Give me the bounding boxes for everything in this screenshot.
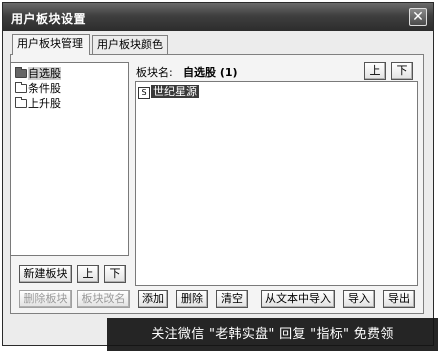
add-stock-button[interactable]: 添加 bbox=[138, 290, 168, 308]
tab-block-management[interactable]: 用户板块管理 bbox=[12, 34, 90, 55]
stock-move-up-button[interactable]: 上 bbox=[364, 62, 386, 80]
stock-list[interactable]: S 世纪星源 bbox=[135, 81, 418, 286]
block-item-zixuangu[interactable]: 自选股 bbox=[15, 66, 61, 81]
watermark-banner: 关注微信 "老韩实盘" 回复 "指标" 免费领 bbox=[107, 318, 438, 351]
delete-block-button[interactable]: 删除板块 bbox=[19, 290, 72, 308]
tab-block-color[interactable]: 用户板块颜色 bbox=[92, 35, 168, 54]
close-icon: ✕ bbox=[412, 9, 424, 25]
tab-label: 用户板块管理 bbox=[17, 37, 83, 50]
block-move-down-button[interactable]: 下 bbox=[104, 265, 126, 283]
block-item-label: 上升股 bbox=[28, 97, 61, 110]
new-block-button[interactable]: 新建板块 bbox=[19, 265, 72, 283]
import-from-text-button[interactable]: 从文本中导入 bbox=[261, 290, 335, 308]
block-move-up-button[interactable]: 上 bbox=[77, 265, 99, 283]
stock-item-label: 世纪星源 bbox=[151, 85, 199, 98]
close-button[interactable]: ✕ bbox=[409, 8, 427, 26]
block-name-value: 自选股 (1) bbox=[183, 66, 238, 79]
folder-icon bbox=[15, 82, 27, 93]
clear-stocks-button[interactable]: 清空 bbox=[216, 290, 248, 308]
window-title: 用户板块设置 bbox=[11, 12, 87, 26]
block-list[interactable]: 自选股 条件股 上升股 bbox=[10, 62, 129, 256]
export-button[interactable]: 导出 bbox=[383, 290, 415, 308]
import-button[interactable]: 导入 bbox=[343, 290, 375, 308]
title-bar: 用户板块设置 ✕ bbox=[3, 3, 433, 31]
block-item-label: 自选股 bbox=[28, 67, 61, 80]
folder-icon bbox=[15, 67, 27, 78]
stock-item[interactable]: S 世纪星源 bbox=[138, 85, 199, 99]
remove-stock-button[interactable]: 删除 bbox=[176, 290, 208, 308]
rename-block-button[interactable]: 板块改名 bbox=[77, 290, 130, 308]
folder-icon bbox=[15, 97, 27, 108]
tab-label: 用户板块颜色 bbox=[97, 38, 163, 51]
block-item-shangshenggu[interactable]: 上升股 bbox=[15, 96, 61, 111]
stock-move-down-button[interactable]: 下 bbox=[391, 62, 413, 80]
block-item-label: 条件股 bbox=[28, 82, 61, 95]
block-name-label: 板块名: bbox=[136, 66, 173, 79]
block-item-tiaojiangu[interactable]: 条件股 bbox=[15, 81, 61, 96]
stock-icon: S bbox=[138, 87, 150, 99]
